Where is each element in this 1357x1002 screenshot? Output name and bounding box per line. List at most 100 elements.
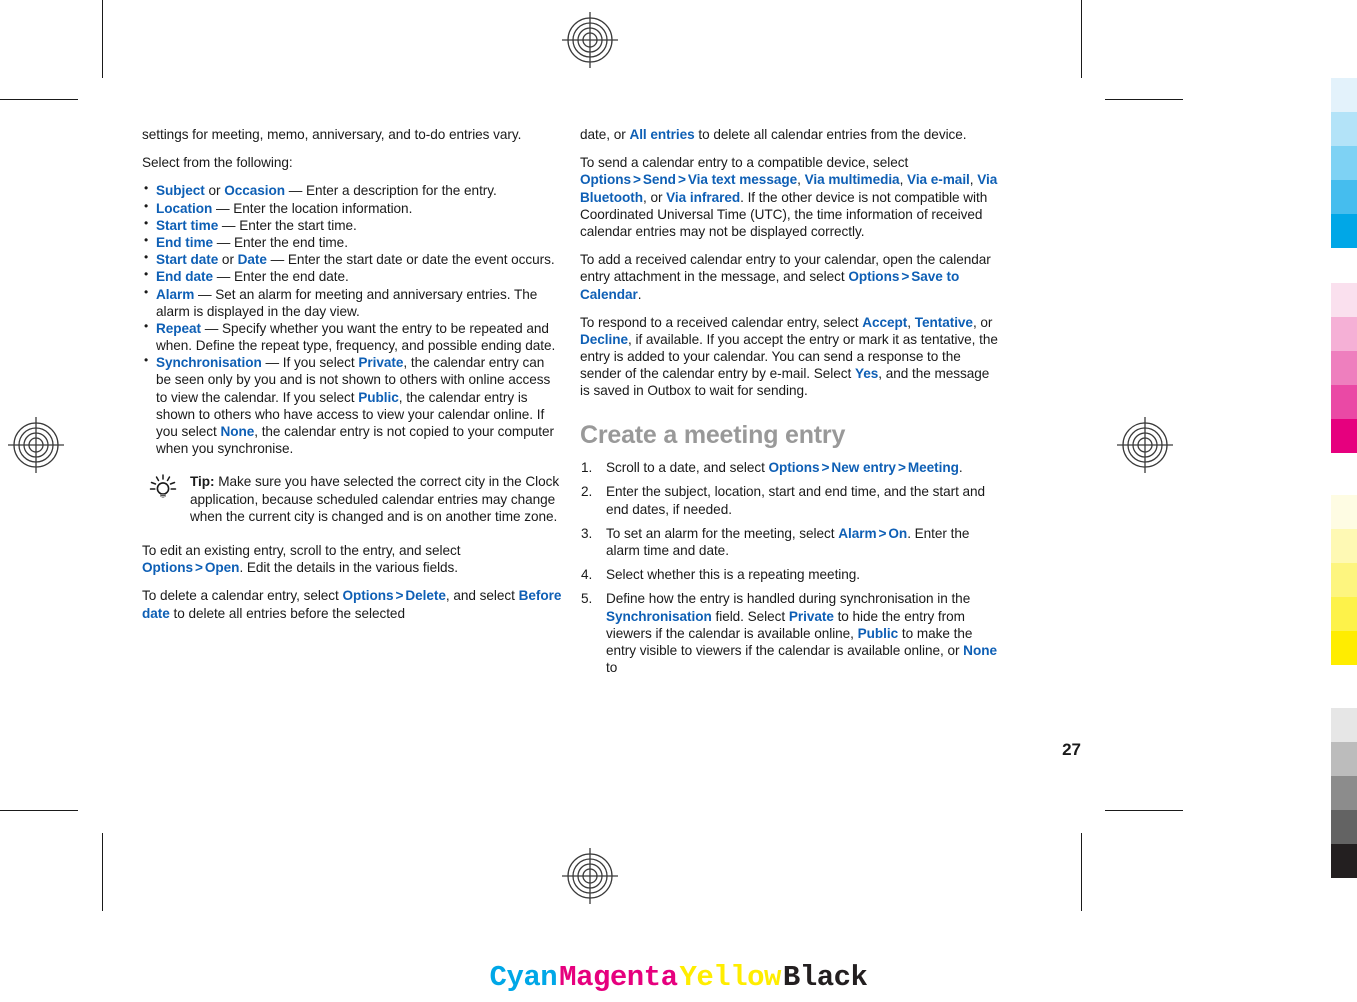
delete-text-3: to delete all entries before the selecte… bbox=[169, 605, 405, 621]
sync-text-1: — If you select bbox=[261, 355, 359, 371]
list-item: Subject or Occasion — Enter a descriptio… bbox=[142, 181, 562, 199]
step3-text-1: To set an alarm for the meeting, select bbox=[606, 525, 839, 541]
step1-text-2: . bbox=[958, 460, 963, 476]
bullet-text: — Enter the start date or date the event… bbox=[266, 252, 555, 268]
step5-text-1: Define how the entry is handled during s… bbox=[606, 591, 971, 607]
ui-term-options: Options bbox=[580, 172, 631, 188]
list-item: Enter the subject, location, start and e… bbox=[580, 483, 1000, 517]
menu-separator: > bbox=[633, 172, 641, 188]
send-sep-2: , bbox=[899, 172, 908, 188]
ui-term-options: Options bbox=[848, 269, 900, 285]
ui-term-synchronisation: Synchronisation bbox=[606, 608, 712, 624]
delete-cont-text-2: to delete all calendar entries from the … bbox=[694, 127, 967, 142]
page-title: Create a meeting entry bbox=[580, 420, 846, 449]
trim-mark-bottom-right-vertical bbox=[1081, 833, 1082, 911]
menu-separator: > bbox=[677, 172, 686, 188]
swatch-yellow-20 bbox=[1331, 495, 1357, 529]
color-bar-magenta bbox=[1331, 283, 1357, 453]
ui-term-tentative: Tentative bbox=[914, 314, 973, 330]
ui-term-date: Date bbox=[237, 252, 267, 268]
color-bar-yellow bbox=[1331, 495, 1357, 665]
ui-term-via-text-message: Via text message bbox=[687, 172, 798, 188]
cmyk-label-black: Black bbox=[782, 961, 868, 994]
step5-text-5: to bbox=[606, 660, 618, 676]
step4-text: Select whether this is a repeating meeti… bbox=[606, 567, 861, 583]
add-text-2: . bbox=[637, 286, 642, 302]
cmyk-footer: CyanMagentaYellowBlack bbox=[0, 961, 1357, 994]
ui-term-new-entry: New entry bbox=[831, 460, 896, 476]
ui-term-send: Send bbox=[642, 172, 676, 188]
ui-term-options: Options bbox=[342, 588, 394, 604]
create-meeting-steps: Scroll to a date, and select Options > New… bbox=[580, 459, 1000, 676]
ui-term-end-time: End time bbox=[156, 234, 214, 250]
step2-text: Enter the subject, location, start and e… bbox=[606, 484, 986, 517]
ui-term-via-email: Via e-mail bbox=[907, 172, 970, 188]
list-item: Scroll to a date, and select Options > New… bbox=[580, 459, 1000, 476]
ui-term-yes: Yes bbox=[854, 366, 879, 382]
swatch-magenta-80 bbox=[1331, 385, 1357, 419]
bullet-text: — Set an alarm for meeting and anniversa… bbox=[156, 286, 538, 319]
swatch-yellow-40 bbox=[1331, 529, 1357, 563]
swatch-yellow-100 bbox=[1331, 631, 1357, 665]
ui-term-none: None bbox=[963, 642, 997, 658]
ui-term-subject: Subject bbox=[156, 183, 205, 199]
edit-text-2: . Edit the details in the various fields… bbox=[239, 560, 459, 576]
left-column: settings for meeting, memo, anniversary,… bbox=[142, 126, 562, 622]
delete-text-1: To delete a calendar entry, select bbox=[142, 588, 343, 604]
ui-term-occasion: Occasion bbox=[224, 183, 286, 199]
trim-mark-top-right-horizontal bbox=[1105, 99, 1183, 100]
list-item: Start date or Date — Enter the start dat… bbox=[142, 250, 562, 268]
list-item: To set an alarm for the meeting, select … bbox=[580, 525, 1000, 559]
tip-callout: Tip: Make sure you have selected the cor… bbox=[142, 473, 562, 525]
list-item: Start time — Enter the start time. bbox=[142, 216, 562, 234]
step5-text-2: field. Select bbox=[711, 608, 789, 624]
ui-term-on: On bbox=[888, 525, 908, 541]
ui-term-none: None bbox=[220, 424, 255, 439]
respond-sep-2: , or bbox=[972, 314, 993, 330]
select-from-following: Select from the following: bbox=[142, 155, 293, 171]
registration-target-icon bbox=[562, 848, 618, 904]
ui-term-location: Location bbox=[156, 200, 213, 216]
cmyk-label-cyan: Cyan bbox=[489, 961, 558, 994]
trim-mark-top-right-vertical bbox=[1081, 0, 1082, 78]
cmyk-label-magenta: Magenta bbox=[559, 961, 678, 994]
tip-label: Tip: bbox=[190, 474, 215, 490]
swatch-black-100 bbox=[1331, 844, 1357, 878]
delete-continued-paragraph: date, or All entries to delete all calen… bbox=[580, 126, 1000, 143]
ui-term-alarm: Alarm bbox=[156, 286, 195, 302]
swatch-cyan-20 bbox=[1331, 78, 1357, 112]
page-number: 27 bbox=[1062, 740, 1081, 759]
trim-mark-bottom-left-horizontal bbox=[0, 810, 78, 811]
color-bar-black bbox=[1331, 708, 1357, 878]
trim-mark-top-left-vertical bbox=[102, 0, 103, 78]
bullet-text: — Enter the start time. bbox=[218, 217, 357, 233]
swatch-magenta-100 bbox=[1331, 419, 1357, 453]
bullet-joiner: or bbox=[218, 252, 238, 268]
ui-term-alarm: Alarm bbox=[838, 525, 877, 541]
list-item: Location — Enter the location informatio… bbox=[142, 199, 562, 217]
ui-term-public: Public bbox=[358, 389, 399, 405]
bullet-text: — Enter a description for the entry. bbox=[285, 183, 497, 199]
lightbulb-icon bbox=[146, 474, 180, 502]
registration-target-icon bbox=[8, 417, 64, 473]
bullet-joiner: or bbox=[204, 183, 225, 199]
ui-term-decline: Decline bbox=[580, 331, 629, 347]
menu-separator: > bbox=[395, 588, 404, 604]
intro-paragraph: settings for meeting, memo, anniversary,… bbox=[142, 127, 522, 142]
color-bar-cyan bbox=[1331, 78, 1357, 248]
edit-text-1: To edit an existing entry, scroll to the… bbox=[142, 542, 461, 558]
list-item: Repeat — Specify whether you want the en… bbox=[142, 319, 562, 354]
menu-separator: > bbox=[897, 460, 906, 476]
list-item: End time — Enter the end time. bbox=[142, 233, 562, 251]
ui-term-via-multimedia: Via multimedia bbox=[804, 172, 900, 188]
swatch-yellow-60 bbox=[1331, 563, 1357, 597]
list-item: End date — Enter the end date. bbox=[142, 267, 562, 285]
ui-term-start-date: Start date bbox=[156, 252, 219, 268]
bullet-text: — Enter the end date. bbox=[213, 269, 349, 285]
swatch-magenta-40 bbox=[1331, 317, 1357, 351]
ui-term-end-date: End date bbox=[156, 269, 214, 285]
registration-target-icon bbox=[1117, 417, 1173, 473]
ui-term-options: Options bbox=[142, 560, 193, 576]
swatch-magenta-60 bbox=[1331, 351, 1357, 385]
trim-mark-bottom-right-horizontal bbox=[1105, 810, 1183, 811]
